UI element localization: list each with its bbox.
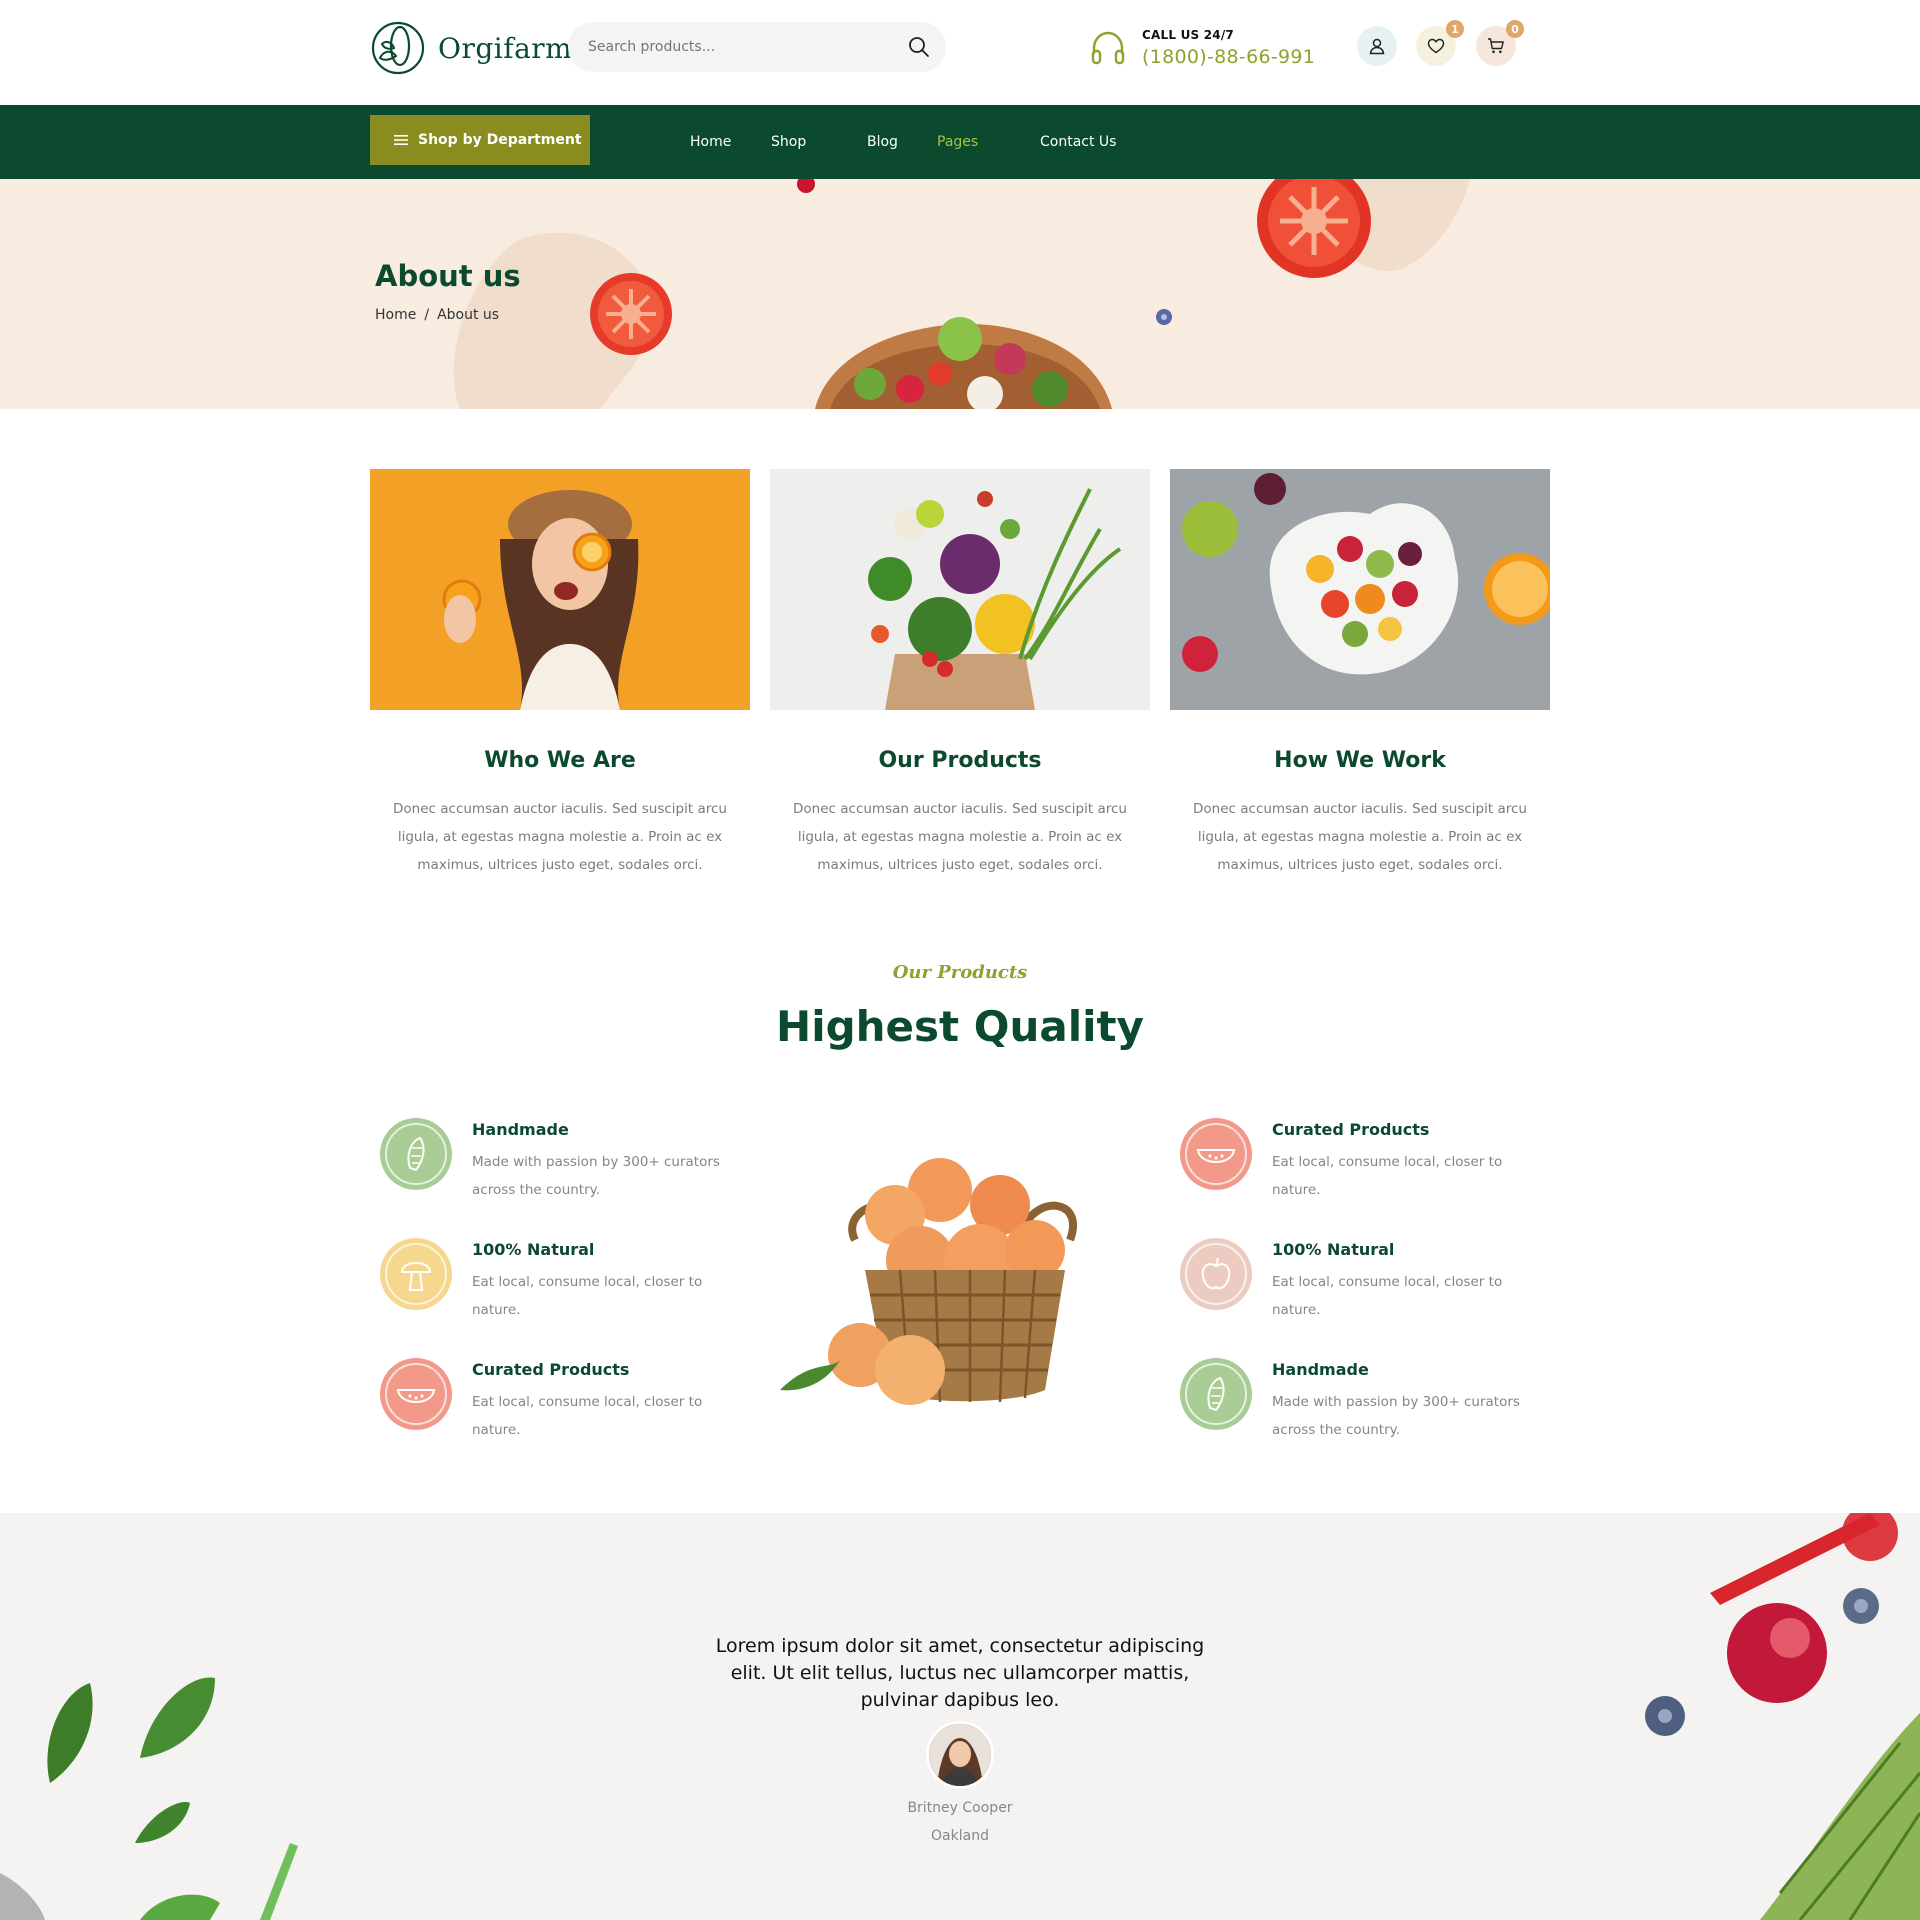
nav-contact-us[interactable]: Contact Us [1040,105,1116,179]
feature-text: Made with passion by 300+ curators acros… [1272,1394,1520,1438]
testimonial-location: Oakland [931,1828,989,1844]
headset-icon [1091,31,1125,65]
feature-card: How We Work Donec accumsan auctor iaculi… [1170,469,1550,879]
nav-blog[interactable]: Blog [867,105,898,179]
section-eyebrow: Our Products [892,962,1028,983]
card-text: Donec accumsan auctor iaculis. Sed susci… [1193,801,1527,873]
quality-feature: 100% Natural Eat local, consume local, c… [1170,1232,1530,1332]
cart-button[interactable]: 0 [1476,20,1524,66]
avatar [926,1721,994,1789]
section-title: Highest Quality [776,1002,1144,1051]
card-title: How We Work [1274,748,1446,773]
fruit-salad-image [1170,469,1550,710]
feature-title: Curated Products [472,1360,630,1379]
call-us: CALL US 24/7 (1800)-88-66-991 [1088,28,1315,68]
testimonial-quote: Lorem ipsum dolor sit amet, consectetur … [715,1635,1205,1711]
card-title: Who We Are [484,748,636,773]
feature-title: Handmade [472,1120,569,1139]
nav-shop[interactable]: Shop [771,105,806,179]
salad-bowl-image [815,317,1112,409]
testimonial-section: Lorem ipsum dolor sit amet, consectetur … [0,1513,1920,1920]
leaf-logo-icon [371,21,425,75]
page-title: About us [375,259,521,293]
menu-icon [394,135,408,145]
testimonial-author: Britney Cooper [907,1800,1013,1816]
banner-illustration [453,179,1470,409]
card-text: Donec accumsan auctor iaculis. Sed susci… [793,801,1127,873]
feature-text: Made with passion by 300+ curators acros… [472,1154,720,1198]
quality-feature: Curated Products Eat local, consume loca… [1170,1112,1530,1212]
woman-with-orange-image [370,469,750,710]
wishlist-button[interactable]: 1 [1416,20,1464,66]
site-header: Orgifarm CALL US 24/7 (1800)-88-66-991 [0,0,1920,105]
feature-text: Eat local, consume local, closer to natu… [1272,1274,1503,1318]
shop-by-department-button[interactable]: Shop by Department [370,115,590,165]
feature-title: 100% Natural [472,1240,595,1259]
feature-title: Curated Products [1272,1120,1430,1139]
phone-number[interactable]: (1800)-88-66-991 [1142,46,1315,68]
feature-title: Handmade [1272,1360,1369,1379]
feature-text: Eat local, consume local, closer to natu… [472,1394,703,1438]
quality-feature: Handmade Made with passion by 300+ curat… [370,1112,730,1212]
nav-pages[interactable]: Pages [937,105,978,179]
card-title: Our Products [878,748,1042,773]
testimonial-decoration [0,1513,1920,1920]
feature-text: Eat local, consume local, closer to natu… [472,1274,703,1318]
peach-basket-image [780,1158,1077,1405]
feature-title: 100% Natural [1272,1240,1395,1259]
tomato-image [1257,179,1371,278]
main-navigation: Shop by Department Home Shop Blog Pages … [0,105,1920,179]
wishlist-count-badge: 1 [1446,20,1464,38]
breadcrumb: Home / About us [375,307,499,323]
search-icon [909,37,929,57]
search-button[interactable] [904,32,934,62]
page-banner: About us Home / About us [0,179,1920,409]
mushroom-icon [380,1238,452,1310]
feature-text: Eat local, consume local, closer to natu… [1272,1154,1503,1198]
call-label: CALL US 24/7 [1142,28,1234,42]
watermelon-icon [1180,1118,1252,1190]
feature-card: Our Products Donec accumsan auctor iacul… [770,469,1150,879]
breadcrumb-current: About us [437,307,500,323]
feature-card: Who We Are Donec accumsan auctor iaculis… [370,469,750,879]
breadcrumb-separator: / [424,307,430,323]
cart-icon [1488,38,1504,54]
nav-home[interactable]: Home [690,105,731,179]
account-button[interactable] [1357,26,1397,66]
user-icon [1369,38,1385,55]
quality-feature: Curated Products Eat local, consume loca… [370,1352,730,1452]
cart-count-badge: 0 [1506,20,1524,38]
brand-logo[interactable]: Orgifarm [370,20,572,76]
corn-icon [1180,1358,1252,1430]
corn-icon [380,1118,452,1190]
search-bar [568,22,946,72]
quality-feature: 100% Natural Eat local, consume local, c… [370,1232,730,1332]
watermelon-icon [380,1358,452,1430]
tomato-image [590,273,672,355]
card-text: Donec accumsan auctor iaculis. Sed susci… [393,801,727,873]
department-label: Shop by Department [418,132,582,148]
apple-icon [1180,1238,1252,1310]
quality-feature: Handmade Made with passion by 300+ curat… [1170,1352,1530,1452]
vegetables-bag-image [770,469,1150,710]
breadcrumb-home[interactable]: Home [375,307,416,323]
brand-name: Orgifarm [438,31,573,65]
search-input[interactable] [588,22,888,72]
heart-icon [1427,38,1445,54]
